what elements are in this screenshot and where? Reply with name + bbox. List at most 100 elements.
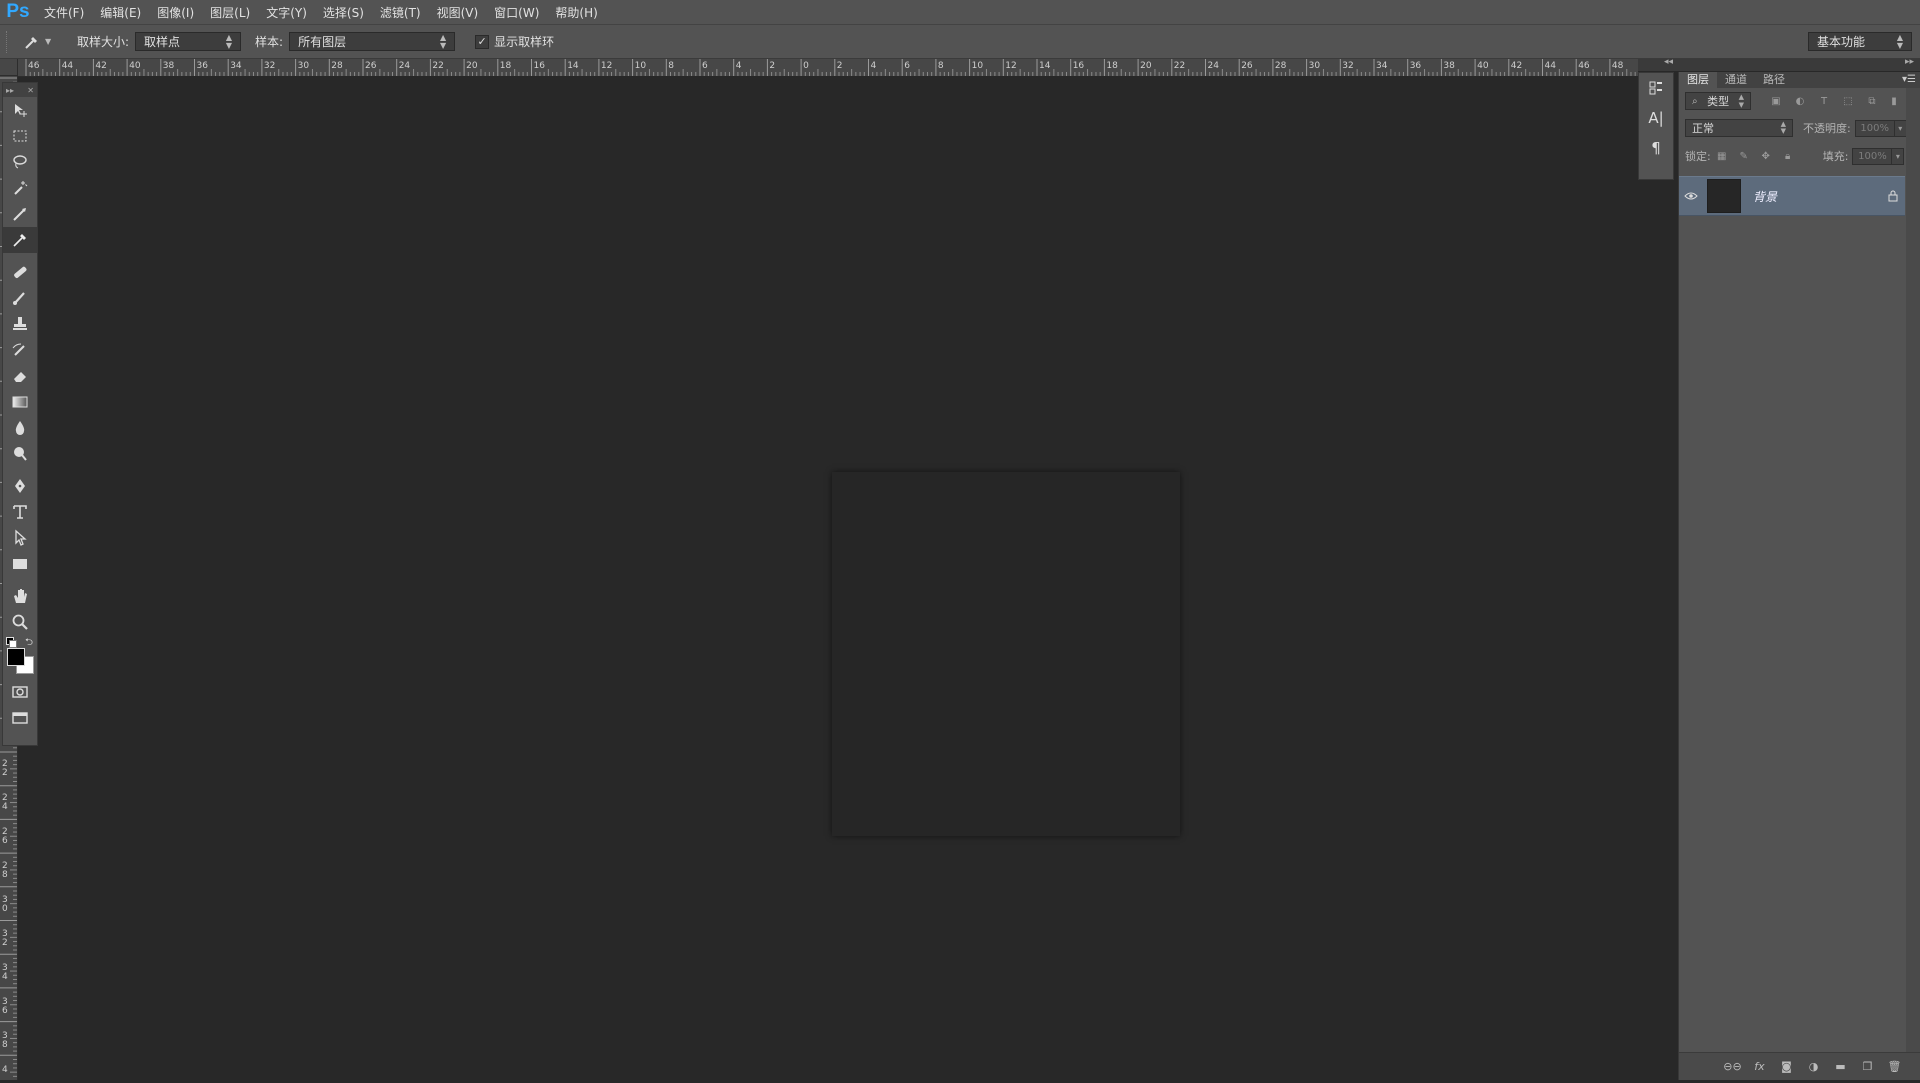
foreground-color-swatch[interactable] [7, 648, 25, 666]
zoom-tool[interactable] [3, 609, 37, 635]
menu-filter[interactable]: 滤镜(T) [372, 4, 429, 21]
layer-name[interactable]: 背景 [1753, 188, 1881, 205]
menu-edit[interactable]: 编辑(E) [92, 4, 149, 21]
panel-collapse-bar[interactable]: ◂◂ ▸▸ [1638, 57, 1920, 71]
hand-tool[interactable] [3, 583, 37, 609]
new-layer-icon[interactable]: ❐ [1854, 1060, 1881, 1073]
workspace-select[interactable]: 基本功能 ▲ ▼ [1808, 32, 1912, 51]
fill-dropdown-icon[interactable]: ▾ [1892, 147, 1905, 165]
show-sampling-ring-checkbox[interactable]: ✓ [475, 34, 490, 49]
lock-label: 锁定: [1685, 150, 1711, 163]
quick-mask-button[interactable] [3, 679, 37, 705]
default-colors-icon[interactable] [6, 637, 17, 648]
tab-channels[interactable]: 通道 [1717, 72, 1755, 88]
type-icon [13, 505, 27, 519]
delete-layer-icon[interactable]: 🗑︎ [1881, 1060, 1908, 1073]
filter-pixel-icon[interactable]: ▣ [1769, 94, 1783, 108]
layer-filter-select[interactable]: ⌕ 类型 ▲ ▼ [1685, 92, 1751, 110]
ruler-label: 42 [95, 61, 106, 71]
sample-select[interactable]: 所有图层 ▲ ▼ [289, 32, 456, 51]
character-panel-button[interactable]: A| [1639, 103, 1673, 133]
history-brush-tool[interactable] [3, 337, 37, 363]
lasso-tool[interactable] [3, 149, 37, 175]
expand-icon[interactable]: ▸▸ [6, 86, 14, 95]
new-group-folder-icon[interactable]: ▬ [1827, 1060, 1854, 1073]
lock-pixels-icon[interactable]: ✎ [1737, 149, 1751, 163]
healing-brush-tool[interactable] [3, 259, 37, 285]
dodge-tool[interactable] [3, 441, 37, 467]
menu-view[interactable]: 视图(V) [429, 4, 487, 21]
history-brush-icon [12, 343, 25, 356]
tab-layers[interactable]: 图层 [1679, 72, 1717, 88]
eyedropper-tool[interactable] [3, 227, 37, 253]
properties-panel-button[interactable] [1639, 73, 1673, 103]
opacity-input[interactable]: 100% [1854, 119, 1895, 137]
ruler-label: 14 [567, 61, 579, 71]
canvas-area[interactable] [36, 76, 1640, 1080]
swap-colors-icon[interactable]: ⮌ [25, 635, 33, 652]
options-grip[interactable] [6, 30, 11, 53]
layer-visibility-toggle[interactable] [1679, 191, 1703, 201]
collapse-arrows-icon[interactable]: ◂◂ [1664, 57, 1673, 67]
filter-adjustment-icon[interactable]: ◐ [1793, 94, 1807, 108]
clone-stamp-tool[interactable] [3, 311, 37, 337]
filter-toggle-icon[interactable]: ▮ [1887, 94, 1901, 108]
menu-file[interactable]: 文件(F) [36, 4, 92, 21]
sample-size-select[interactable]: 取样点 ▲ ▼ [135, 32, 242, 51]
lock-fill-row: 锁定: ▦ ✎ ✥ 🔒︎ 填充: 100% ▾ [1679, 142, 1920, 170]
ruler-label: 6 [2, 836, 8, 846]
panel-menu-icon[interactable]: ▾☰ [1902, 74, 1916, 85]
paragraph-panel-button[interactable]: ¶ [1639, 133, 1673, 163]
horizontal-ruler[interactable]: 46 44 42 40 38 36 34 32 30 28 26 24 22 20 18 16 14 12 10 8 6… [18, 59, 1640, 77]
expand-arrows-icon[interactable]: ▸▸ [1905, 57, 1914, 67]
move-tool[interactable] [3, 97, 37, 123]
marquee-tool[interactable] [3, 123, 37, 149]
menu-image[interactable]: 图像(I) [149, 4, 202, 21]
ruler-label: 32 [264, 61, 275, 71]
ruler-label: 40 [1477, 61, 1489, 71]
opacity-dropdown-icon[interactable]: ▾ [1894, 119, 1907, 137]
layers-scrollbar[interactable] [1906, 88, 1920, 1052]
menu-help[interactable]: 帮助(H) [547, 4, 605, 21]
ruler-label: 14 [1039, 61, 1051, 71]
tab-paths[interactable]: 路径 [1755, 72, 1793, 88]
lock-position-icon[interactable]: ✥ [1759, 149, 1773, 163]
menu-layer[interactable]: 图层(L) [202, 4, 258, 21]
menu-window[interactable]: 窗口(W) [486, 4, 547, 21]
fill-input[interactable]: 100% [1852, 147, 1893, 165]
screen-mode-button[interactable] [3, 705, 37, 731]
pen-tool[interactable] [3, 473, 37, 499]
menu-type[interactable]: 文字(Y) [258, 4, 315, 21]
brush-tool[interactable] [3, 285, 37, 311]
layer-style-fx-icon[interactable]: fx [1746, 1060, 1773, 1073]
rectangle-tool[interactable] [3, 551, 37, 577]
tool-preset-picker[interactable]: ▼ [23, 33, 63, 51]
path-selection-tool[interactable] [3, 525, 37, 551]
link-layers-icon[interactable]: ⊖⊖ [1719, 1060, 1746, 1073]
tools-panel-header[interactable]: ▸▸ ✕ [3, 83, 37, 97]
close-icon[interactable]: ✕ [27, 86, 34, 95]
magic-wand-tool[interactable] [3, 175, 37, 201]
filter-type-icon[interactable]: T [1817, 94, 1831, 108]
blur-tool[interactable] [3, 415, 37, 441]
blend-mode-select[interactable]: 正常 ▲ ▼ [1685, 119, 1793, 137]
crop-tool[interactable] [3, 201, 37, 227]
filter-shape-icon[interactable]: ⬚ [1841, 94, 1855, 108]
layer-row-background[interactable]: 背景 [1679, 176, 1905, 216]
ruler-label: 8 [668, 61, 674, 71]
document-canvas[interactable] [832, 472, 1180, 836]
lock-transparency-icon[interactable]: ▦ [1715, 149, 1729, 163]
ruler-label: 42 [1511, 61, 1522, 71]
add-mask-icon[interactable]: ◙ [1773, 1060, 1800, 1073]
adjustment-layer-icon[interactable]: ◑ [1800, 1060, 1827, 1073]
gradient-tool[interactable] [3, 389, 37, 415]
select-arrows-icon: ▲ ▼ [1780, 120, 1786, 135]
menu-select[interactable]: 选择(S) [315, 4, 372, 21]
filter-smart-object-icon[interactable]: ⧉ [1865, 94, 1879, 108]
ruler-origin[interactable] [0, 59, 18, 76]
lock-all-icon[interactable]: 🔒︎ [1781, 149, 1795, 163]
ruler-label: 6 [904, 61, 910, 71]
eraser-tool[interactable] [3, 363, 37, 389]
opacity-label: 不透明度: [1803, 122, 1851, 135]
type-tool[interactable] [3, 499, 37, 525]
